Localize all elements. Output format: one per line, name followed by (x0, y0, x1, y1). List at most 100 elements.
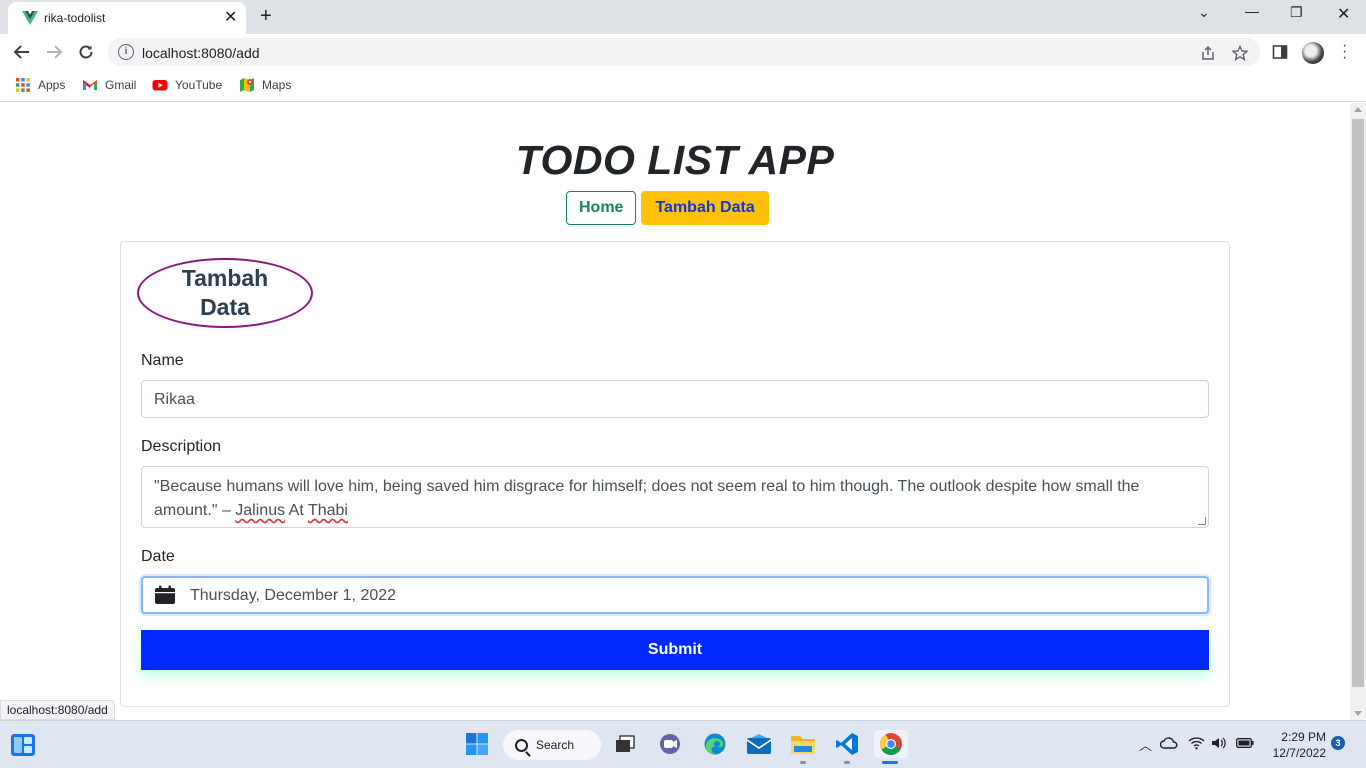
clock-time: 2:29 PM (1281, 730, 1326, 744)
description-word-jalinus: Jalinus (235, 502, 286, 519)
youtube-icon (152, 80, 168, 91)
form-card: Tambah Data Name Rikaa Description "Becau… (120, 241, 1230, 707)
calendar-icon[interactable] (154, 585, 176, 605)
name-input-value: Rikaa (154, 391, 195, 408)
bookmark-star-icon[interactable] (1232, 45, 1248, 61)
wifi-icon[interactable] (1188, 736, 1205, 750)
show-hidden-icons-chevron-icon[interactable]: ︿ (1139, 735, 1152, 754)
gmail-icon (83, 80, 97, 90)
edge-button[interactable] (701, 730, 729, 758)
name-input[interactable]: Rikaa (141, 380, 1209, 418)
search-icon (515, 738, 528, 752)
running-indicator (844, 761, 850, 764)
windows-taskbar: Search ︿ 2:29 PM 12/7/2022 3 (0, 720, 1366, 768)
maps-icon (240, 78, 254, 92)
share-icon[interactable] (1200, 45, 1216, 61)
link-status-bar: localhost:8080/add (0, 700, 115, 720)
card-title: Tambah Data (137, 258, 313, 328)
close-window-button[interactable]: ✕ (1337, 4, 1350, 24)
scroll-down-arrow-icon[interactable] (1354, 711, 1362, 716)
task-view-icon (616, 735, 635, 752)
minimize-window-button[interactable]: — (1245, 3, 1259, 19)
notification-badge[interactable]: 3 (1331, 736, 1345, 750)
chrome-icon (880, 733, 902, 755)
forward-button[interactable] (42, 40, 66, 64)
folder-icon (791, 736, 815, 754)
vscode-button[interactable] (833, 730, 861, 758)
side-panel-icon[interactable] (1272, 44, 1288, 60)
tambah-data-nav-button[interactable]: Tambah Data (641, 191, 769, 225)
new-tab-button[interactable]: + (260, 5, 272, 27)
bookmark-maps[interactable]: Maps (239, 77, 291, 93)
card-title-line1: Tambah (181, 265, 269, 291)
browser-toolbar: i localhost:8080/add · · · (0, 34, 1366, 70)
task-view-button[interactable] (611, 730, 639, 758)
bookmark-label: Maps (262, 78, 292, 92)
onedrive-cloud-icon[interactable] (1160, 737, 1178, 749)
description-word-thabi: Thabi (307, 502, 348, 519)
taskbar-search-label: Search (536, 738, 575, 752)
tab-title: rika-todolist (44, 11, 106, 25)
taskbar-clock[interactable]: 2:29 PM 12/7/2022 (1262, 729, 1326, 761)
description-word-at: At (288, 502, 304, 519)
date-label: Date (141, 548, 175, 565)
mail-icon (746, 734, 772, 754)
page-scrollbar[interactable] (1350, 103, 1366, 720)
bookmark-label: Gmail (105, 78, 137, 92)
forward-arrow-icon (47, 45, 63, 59)
start-button[interactable] (463, 730, 491, 758)
browser-tab[interactable]: rika-todolist ✕ (8, 2, 246, 34)
page-viewport: TODO LIST APP Home Tambah Data Tambah Dat… (0, 103, 1350, 720)
scroll-up-arrow-icon[interactable] (1354, 107, 1362, 112)
back-button[interactable] (10, 40, 34, 64)
bookmark-label: YouTube (175, 78, 223, 92)
profile-avatar[interactable] (1302, 42, 1324, 64)
reload-button[interactable] (74, 40, 98, 64)
bookmark-label: Apps (38, 78, 66, 92)
browser-tab-strip: rika-todolist ✕ + ⌄ — ❐ ✕ (0, 0, 1366, 34)
date-picker-input[interactable]: Thursday, December 1, 2022 (141, 576, 1209, 614)
bookmark-youtube[interactable]: YouTube (152, 77, 222, 93)
home-nav-button[interactable]: Home (566, 191, 637, 225)
running-indicator (800, 761, 806, 764)
windows-logo-icon (466, 733, 488, 755)
address-url: localhost:8080/add (142, 45, 260, 61)
date-value: Thursday, December 1, 2022 (190, 587, 397, 604)
restore-window-button[interactable]: ❐ (1290, 4, 1303, 21)
description-textarea[interactable]: "Because humans will love him, being sav… (141, 466, 1209, 528)
description-label: Description (141, 438, 222, 455)
description-text: "Because humans will love him, being sav… (154, 478, 1139, 519)
close-tab-icon[interactable]: ✕ (224, 8, 237, 28)
bookmarks-bar: Apps Gmail YouTube Maps (0, 70, 1366, 102)
card-title-line2: Data (200, 294, 250, 320)
submit-button[interactable]: Submit (141, 630, 1209, 670)
file-explorer-button[interactable] (789, 730, 817, 758)
taskbar-search[interactable]: Search (503, 730, 601, 760)
tab-search-chevron-icon[interactable]: ⌄ (1198, 4, 1210, 21)
battery-icon[interactable] (1236, 738, 1254, 748)
back-arrow-icon (13, 45, 29, 59)
widgets-icon[interactable] (10, 733, 36, 757)
reload-icon (79, 45, 93, 59)
vue-logo-icon (22, 11, 38, 25)
edge-icon (704, 733, 726, 755)
app-title: TODO LIST APP (515, 137, 835, 183)
clock-date: 12/7/2022 (1272, 746, 1326, 760)
teams-chat-button[interactable] (656, 730, 684, 758)
apps-grid-icon (16, 78, 30, 92)
chrome-button[interactable] (874, 730, 908, 758)
site-info-icon[interactable]: i (118, 44, 134, 60)
bookmark-apps[interactable]: Apps (15, 77, 65, 93)
volume-icon[interactable] (1211, 736, 1227, 750)
active-app-indicator (882, 761, 898, 764)
chat-icon (660, 734, 680, 754)
page-nav: Home Tambah Data (566, 191, 769, 225)
textarea-resize-handle[interactable] (1198, 517, 1206, 525)
browser-menu-icon[interactable]: · · · (1342, 38, 1347, 66)
address-bar[interactable]: i localhost:8080/add (108, 38, 1260, 66)
scrollbar-thumb[interactable] (1352, 119, 1364, 687)
mail-button[interactable] (745, 730, 773, 758)
name-label: Name (141, 352, 184, 369)
bookmark-gmail[interactable]: Gmail (82, 77, 136, 93)
vscode-icon (836, 733, 858, 755)
